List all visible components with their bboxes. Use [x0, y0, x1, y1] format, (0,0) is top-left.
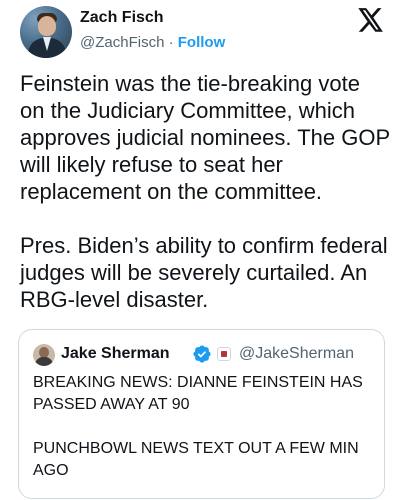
- quoted-author-display-name[interactable]: Jake Sherman: [61, 345, 170, 363]
- quoted-avatar-body: [35, 357, 53, 366]
- x-logo-icon[interactable]: [358, 8, 384, 32]
- quoted-tweet-body: BREAKING NEWS: DIANNE FEINSTEIN HAS PASS…: [33, 372, 373, 482]
- follow-button[interactable]: Follow: [178, 34, 226, 51]
- tweet-card: Zach Fisch @ZachFisch · Follow Feinstein…: [0, 0, 404, 500]
- quoted-author-avatar[interactable]: [33, 344, 55, 366]
- affiliate-badge-mark: [221, 351, 227, 357]
- affiliate-badge-icon: [217, 347, 231, 361]
- author-handle-line: @ZachFisch · Follow: [80, 34, 225, 51]
- avatar-face: [38, 16, 56, 36]
- quoted-author-handle[interactable]: @JakeSherman: [239, 345, 354, 363]
- verified-badge-icon: [193, 345, 211, 363]
- quoted-tweet-paragraph: BREAKING NEWS: DIANNE FEINSTEIN HAS PASS…: [33, 374, 363, 413]
- quoted-tweet-paragraph: PUNCHBOWL NEWS TEXT OUT A FEW MIN AGO: [33, 440, 359, 479]
- tweet-paragraph: Pres. Biden’s ability to confirm federal…: [20, 233, 388, 312]
- author-handle[interactable]: @ZachFisch: [80, 34, 164, 51]
- handle-separator: ·: [168, 34, 174, 51]
- author-avatar[interactable]: [20, 6, 72, 58]
- author-display-name[interactable]: Zach Fisch: [80, 9, 164, 27]
- quoted-tweet[interactable]: Jake Sherman @JakeSherman BREAKING NEWS:…: [18, 329, 385, 499]
- tweet-paragraph: Feinstein was the tie-breaking vote on t…: [20, 71, 390, 204]
- tweet-body: Feinstein was the tie-breaking vote on t…: [20, 70, 390, 313]
